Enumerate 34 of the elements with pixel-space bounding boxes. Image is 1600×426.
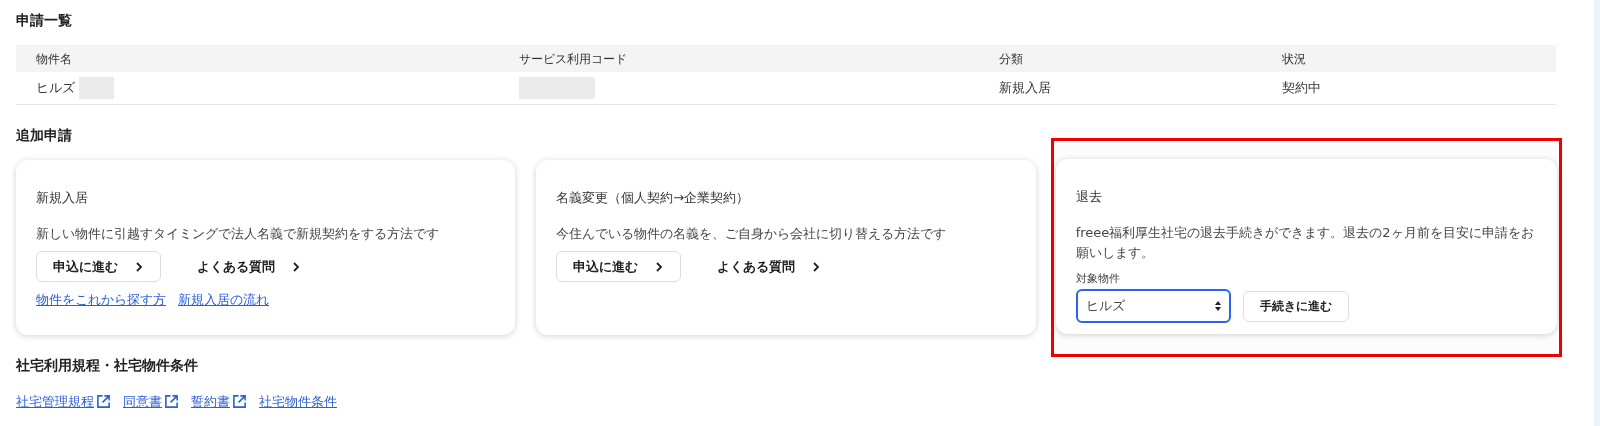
help-link[interactable]: 物件をこれから探す方 — [36, 290, 166, 310]
card-description: 新しい物件に引越すタイミングで法人名義で新規契約をする方法です — [36, 224, 440, 243]
section-title: 申請一覧 — [16, 11, 73, 30]
column-header: 物件名 — [36, 50, 73, 68]
section-title: 追加申請 — [16, 126, 73, 145]
proceed-button[interactable]: 手続きに進む — [1242, 290, 1349, 322]
chevron-right-icon — [291, 260, 301, 273]
column-header: 状況 — [1282, 50, 1307, 68]
chevron-right-icon — [811, 260, 822, 273]
document-link[interactable]: 社宅物件条件 — [259, 392, 337, 412]
document-link[interactable]: 社宅管理規程 — [16, 392, 111, 412]
apply-button[interactable]: 申込に進む — [556, 251, 682, 282]
chevron-right-icon — [654, 260, 665, 273]
section-title: 社宅利用規程・社宅物件条件 — [16, 356, 199, 375]
property-select[interactable]: ヒルズ — [1075, 289, 1231, 323]
apply-button[interactable]: 申込に進む — [36, 251, 161, 282]
column-header: 分類 — [999, 50, 1024, 68]
card-description: freee福利厚生社宅の退去手続きができます。退去の2ヶ月前を目安に申請をお願いします。 — [1075, 223, 1535, 262]
card-title: 退去 — [1075, 188, 1103, 206]
document-link[interactable]: 誓約書 — [191, 392, 247, 412]
faq-link[interactable]: よくある質問 — [185, 256, 313, 277]
help-link[interactable]: 新規入居の流れ — [178, 290, 269, 310]
table-cell-text: ヒルズ — [36, 79, 75, 98]
card-description: 今住んでいる物件の名義を、ご自身から会社に切り替える方法です — [556, 224, 948, 243]
sort-arrows-icon — [1214, 301, 1221, 311]
table-cell-text: 新規入居 — [999, 79, 1051, 98]
document-link[interactable]: 同意書 — [123, 392, 179, 412]
faq-link[interactable]: よくある質問 — [705, 256, 834, 277]
card-title: 新規入居 — [36, 189, 89, 207]
table-cell-text: 契約中 — [1282, 79, 1321, 98]
select-label: 対象物件 — [1075, 270, 1121, 287]
card-title: 名義変更（個人契約→企業契約） — [556, 189, 751, 207]
column-header: サービス利用コード — [519, 50, 628, 68]
chevron-right-icon — [134, 260, 144, 273]
